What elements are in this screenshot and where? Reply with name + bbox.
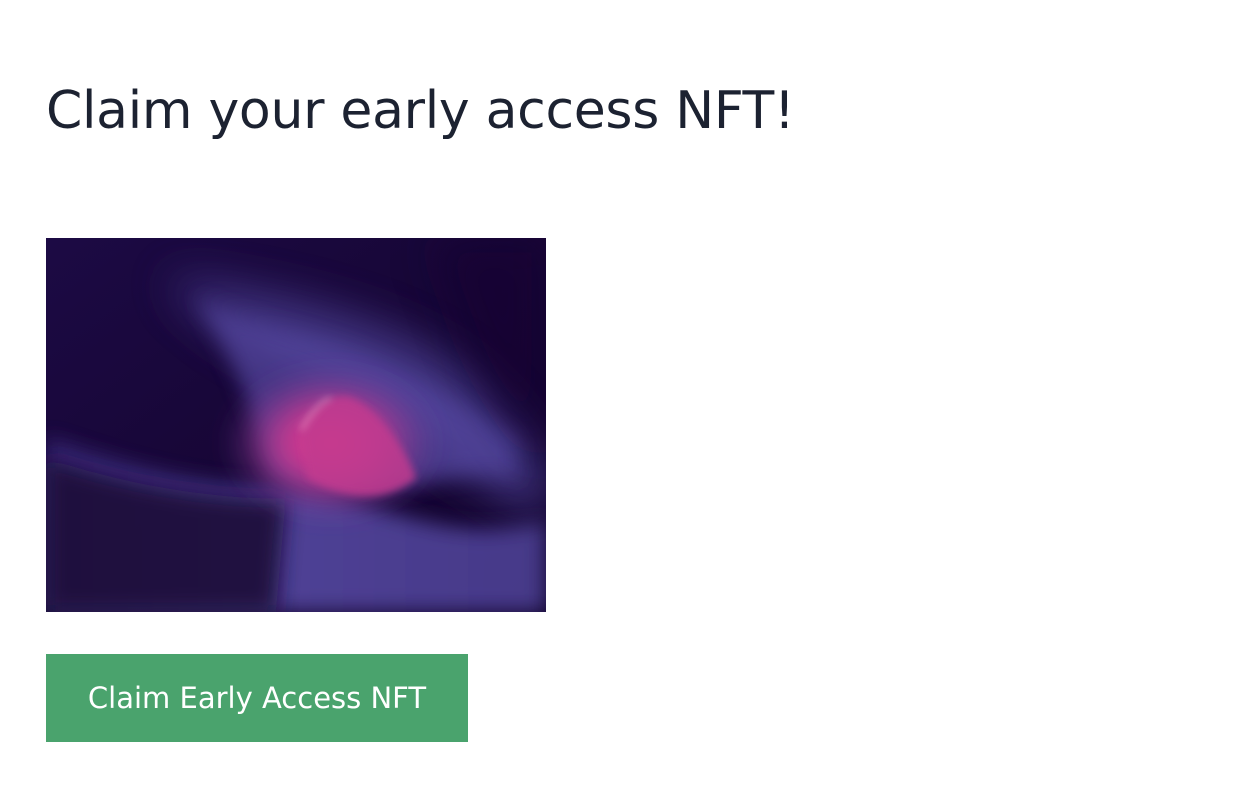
page-title: Claim your early access NFT! bbox=[46, 81, 795, 141]
nft-artwork-image bbox=[46, 238, 546, 612]
claim-early-access-nft-button[interactable]: Claim Early Access NFT bbox=[46, 654, 468, 742]
